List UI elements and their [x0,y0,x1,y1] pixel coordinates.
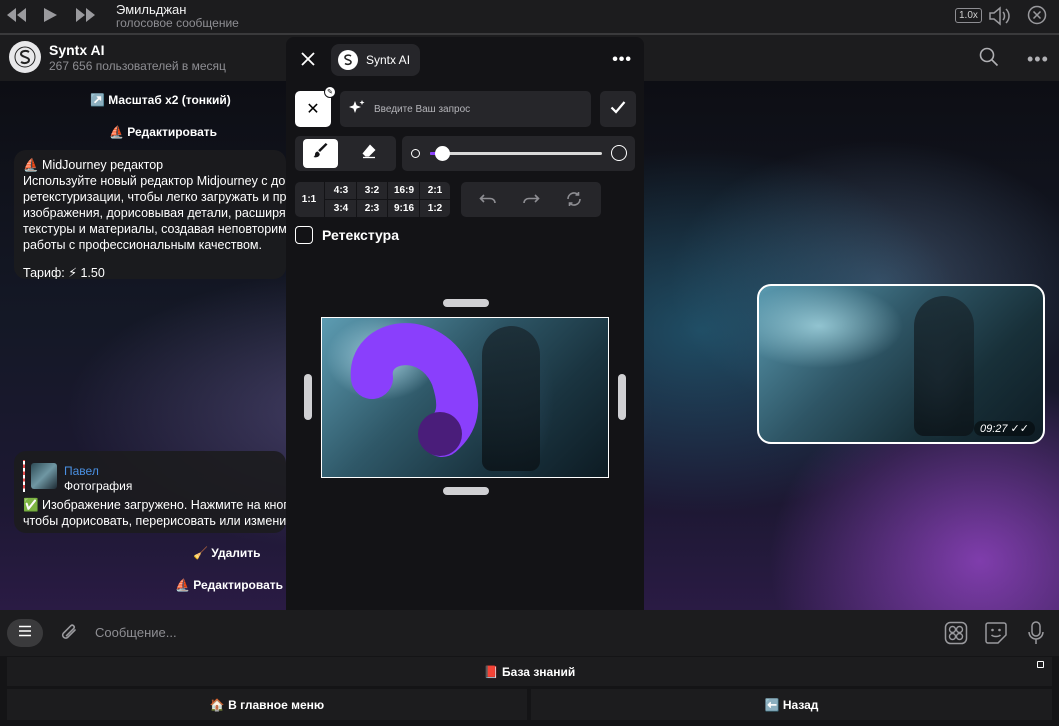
brush-size-knob[interactable] [435,146,451,161]
confirm-button[interactable] [600,91,636,127]
brush-size-slider[interactable] [430,146,602,161]
checkmark-icon [610,100,626,119]
audio-player-bar: Эмильджан голосовое сообщение 1.0x [0,0,1059,35]
ratio-option[interactable]: 3:2 [358,182,386,199]
keyboard-toggle-icon[interactable] [1037,661,1044,668]
upload-text-line: ✅ Изображение загружено. Нажмите на кноп [23,498,286,512]
message-time: 09:27 ✓✓ [973,421,1035,436]
bot-brand-chip: Syntx AI [331,44,420,76]
ratio-option[interactable]: 9:16 [390,200,418,217]
message-line: изображения, дорисовывая детали, расширя [23,206,286,220]
playback-speed-button[interactable]: 1.0x [955,8,982,23]
small-brush-icon [411,149,420,158]
more-options-icon[interactable]: ••• [1027,49,1049,70]
midjourney-editor-message: ⛵ MidJourney редактор Используйте новый … [14,150,286,279]
prompt-input[interactable] [374,103,574,115]
divider [325,199,450,200]
large-brush-icon [611,145,627,161]
ratio-option[interactable]: 1:2 [421,200,449,217]
cancel-mask-button[interactable]: ✕ ✎ [295,86,336,127]
edit-button-top[interactable]: ⛵ Редактировать [109,125,217,139]
brush-size-control [402,136,635,171]
player-subtitle: голосовое сообщение [116,16,239,30]
message-line: текстуры и материалы, создавая неповтори… [23,222,286,236]
brush-icon [313,143,329,164]
ratio-option[interactable]: 1:1 [295,191,323,208]
main-menu-button[interactable]: 🏠 В главное меню [7,689,527,720]
eraser-icon [361,143,377,164]
message-line: ретекстуризации, чтобы легко загружать и… [23,190,286,204]
rewind-icon[interactable] [6,7,28,28]
chat-title: Syntx AI [49,42,105,58]
ratio-option[interactable]: 2:1 [421,182,449,199]
close-player-icon[interactable] [1027,5,1047,30]
play-icon[interactable] [42,7,58,28]
image-figure [914,296,974,436]
microphone-icon[interactable] [1027,621,1045,650]
redo-icon[interactable] [522,191,540,212]
image-message[interactable]: 09:27 ✓✓ [757,284,1045,444]
history-controls [461,182,601,217]
crop-handle-right[interactable] [618,374,626,420]
bot-keyboard-icon[interactable] [944,621,968,650]
chat-members-count: 267 656 пользователей в месяц [49,59,226,73]
volume-icon[interactable] [988,6,1012,31]
ratio-option[interactable]: 2:3 [358,200,386,217]
tariff-text: Тариф: ⚡ 1.50 [23,266,105,279]
avatar[interactable] [9,41,41,73]
aspect-ratio-selector: 1:1 4:3 3:4 3:2 2:3 16:9 9:16 2:1 1:2 [295,182,450,217]
knowledge-base-button[interactable]: 📕 База знаний [7,657,1052,686]
bot-logo-icon [338,50,358,70]
edit-badge-icon: ✎ [324,86,336,98]
delete-button[interactable]: 🧹 Удалить [193,546,261,560]
image-editor-modal: Syntx AI ••• ✕ ✎ Введите Ваш запрос 1:1 … [286,37,644,659]
back-button[interactable]: ⬅️ Назад [531,689,1052,720]
prompt-field[interactable] [340,91,591,127]
forward-icon[interactable] [74,7,96,28]
sticker-icon[interactable] [984,621,1008,650]
message-line: Используйте новый редактор Midjourney с … [23,174,286,188]
ratio-option[interactable]: 3:4 [327,200,355,217]
mask-brush-cursor [418,412,462,456]
ratio-option[interactable]: 16:9 [390,182,418,199]
player-title: Эмильджан [116,2,187,17]
sparkle-icon [348,99,366,120]
message-input[interactable]: Сообщение... [95,625,177,640]
reply-type: Фотография [64,479,133,493]
attach-icon[interactable] [60,622,80,649]
crop-handle-bottom[interactable] [443,487,489,495]
retexture-checkbox[interactable] [295,226,313,244]
message-composer: Сообщение... [0,610,1059,656]
more-menu-icon[interactable]: ••• [612,51,632,69]
upload-text-line: чтобы дорисовать, перерисовать или измен… [23,514,286,528]
drawing-tools [295,136,396,171]
x-icon: ✕ [306,101,320,118]
reply-author: Павел [64,464,99,478]
search-icon[interactable] [979,47,999,72]
image-canvas[interactable] [321,317,609,478]
brush-tool-button[interactable] [303,139,338,168]
retexture-option[interactable]: Ретекстура [295,226,399,244]
reset-icon[interactable] [565,191,583,212]
mask-stroke [350,323,479,457]
scale-x2-button[interactable]: ↗️ Масштаб x2 (тонкий) [90,93,231,107]
bot-menu-button[interactable] [7,619,43,647]
reply-preview[interactable]: Павел Фотография [23,460,273,493]
crop-handle-left[interactable] [304,374,312,420]
crop-handle-top[interactable] [443,299,489,307]
close-icon[interactable] [300,51,316,72]
upload-confirmation-message: Павел Фотография ✅ Изображение загружено… [14,451,286,533]
bot-reply-keyboard: 📕 База знаний 🏠 В главное меню ⬅️ Назад [0,656,1059,726]
undo-icon[interactable] [479,191,497,212]
reply-thumbnail [31,463,57,489]
message-title: ⛵ MidJourney редактор [23,158,164,172]
bot-brand-name: Syntx AI [366,53,411,67]
menu-icon [18,624,32,642]
retexture-label: Ретекстура [322,227,399,243]
eraser-tool-button[interactable] [351,139,386,168]
message-line: работы с профессиональным качеством. [23,238,262,252]
edit-button-bottom[interactable]: ⛵ Редактировать [175,578,283,592]
ratio-option[interactable]: 4:3 [327,182,355,199]
